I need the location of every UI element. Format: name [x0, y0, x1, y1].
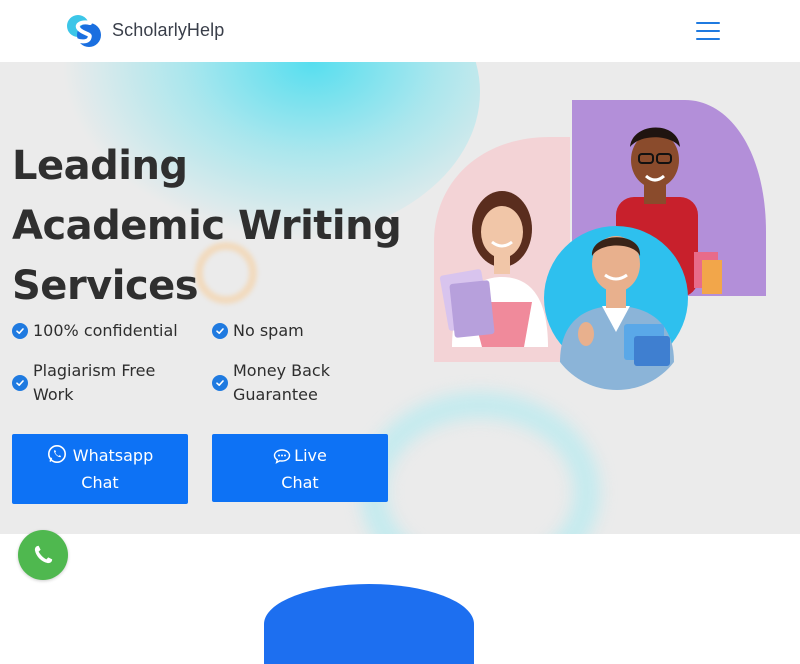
whatsapp-phone-icon — [34, 545, 53, 564]
check-circle-icon — [12, 375, 28, 391]
headline-line: Academic Writing — [12, 203, 402, 249]
feature-no-spam: No spam — [212, 319, 304, 343]
hero-headline: Leading Academic Writing Services — [12, 136, 402, 316]
whatsapp-float-button[interactable] — [18, 530, 68, 580]
whatsapp-icon — [47, 444, 67, 471]
feature-plagiarism-free: Plagiarism Free Work — [12, 359, 155, 407]
site-header: ScholarlyHelp — [0, 0, 800, 62]
live-chat-button[interactable]: Live Chat — [212, 434, 388, 502]
check-circle-icon — [12, 323, 28, 339]
feature-label: Money Back Guarantee — [233, 361, 330, 404]
chat-bubble-icon — [273, 447, 291, 471]
feature-label: 100% confidential — [33, 321, 178, 340]
whatsapp-chat-button[interactable]: Whatsapp Chat — [12, 434, 188, 504]
check-circle-icon — [212, 323, 228, 339]
feature-label: No spam — [233, 321, 304, 340]
headline-line: Leading — [12, 143, 188, 189]
scholarlyhelp-logo-icon[interactable] — [66, 14, 102, 48]
next-section-arc — [264, 584, 474, 664]
brand-name[interactable]: ScholarlyHelp — [112, 20, 224, 41]
decorative-ring — [360, 392, 600, 534]
feature-money-back: Money Back Guarantee — [212, 359, 330, 407]
hero-students-illustration — [420, 92, 780, 412]
check-circle-icon — [212, 375, 228, 391]
hero-section: Leading Academic Writing Services 100% c… — [0, 62, 800, 534]
feature-confidential: 100% confidential — [12, 319, 178, 343]
hamburger-menu-icon[interactable] — [694, 20, 722, 42]
feature-label: Plagiarism Free Work — [33, 361, 156, 404]
headline-line: Services — [12, 263, 199, 309]
